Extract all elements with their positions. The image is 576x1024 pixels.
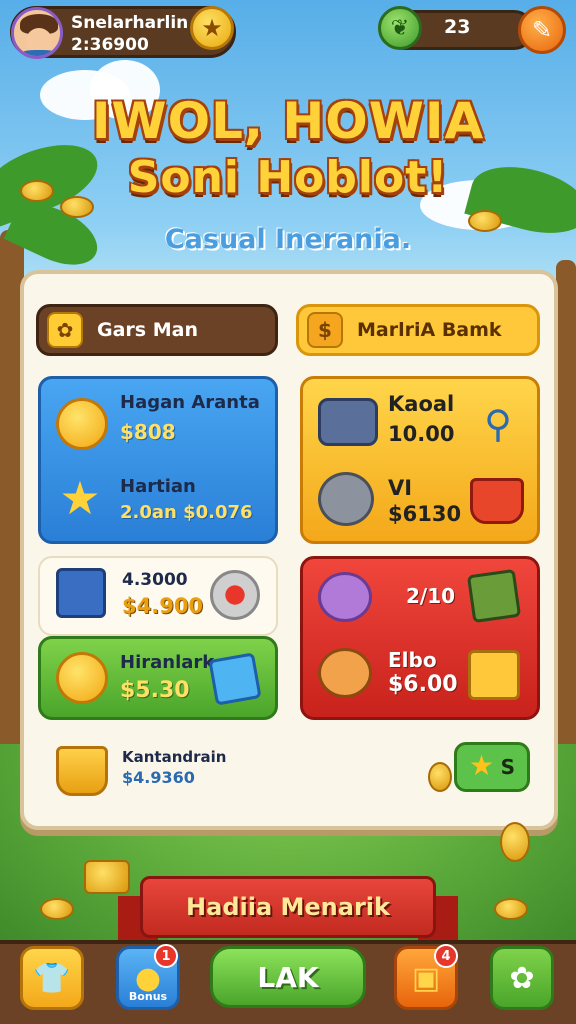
player-score: 2:36900 <box>71 35 149 55</box>
glass-icon <box>208 652 262 706</box>
notification-badge: 4 <box>434 944 458 968</box>
button-icon <box>210 570 260 620</box>
mouse-icon <box>318 572 372 622</box>
magnifier-icon: ⚲ <box>484 402 512 446</box>
coin-icon <box>428 762 452 792</box>
sun-icon <box>56 398 108 450</box>
star-reward-button[interactable]: ★ S <box>454 742 530 792</box>
notification-badge: 1 <box>154 944 178 968</box>
item-price: $808 <box>120 420 176 444</box>
star-icon[interactable]: ★ <box>190 6 234 50</box>
tab-games[interactable]: ✿ Gars Man <box>36 304 278 356</box>
creature-icon <box>318 472 374 526</box>
item-name: Hartian <box>120 476 196 497</box>
bucket-icon <box>470 478 524 524</box>
resource-count: 23 <box>444 16 471 38</box>
fox-icon <box>318 648 372 698</box>
item-name: 2/10 <box>406 584 456 608</box>
item-price: $6.00 <box>388 672 458 697</box>
item-price: 10.00 <box>388 422 455 446</box>
item-price: $4.9360 <box>122 768 195 787</box>
item-price: 2.0an $0.076 <box>120 502 253 523</box>
rewards-banner[interactable]: Hadiia Menarik <box>140 876 436 938</box>
title-line-2: Soni Hoblot! <box>127 152 449 203</box>
shirt-icon[interactable]: 👕 <box>20 946 84 1010</box>
star-icon: ★ <box>469 749 495 782</box>
bank-icon: $ <box>307 312 343 348</box>
sun-icon <box>56 652 108 704</box>
title-line-1: IWOL, HOWIA <box>91 92 485 150</box>
coin-icon <box>60 196 94 218</box>
item-name: Kaoal <box>388 392 455 416</box>
item-price: $4.900 <box>122 594 204 618</box>
tab-bank-label: MarlriA Bamk <box>357 319 502 341</box>
item-name: Elbo <box>388 648 437 672</box>
item-name: 4.3000 <box>122 570 188 590</box>
palm-tree <box>556 260 576 780</box>
puzzle-icon: ✿ <box>47 312 83 348</box>
bucket-icon <box>56 746 108 796</box>
box-icon <box>468 650 520 700</box>
player-name: Snelarharlin <box>71 13 189 33</box>
coin-icon <box>84 860 130 894</box>
bonus-label: Bonus <box>128 990 168 1003</box>
tab-games-label: Gars Man <box>97 319 198 341</box>
coin-icon <box>20 180 54 202</box>
star-icon: ★ <box>59 471 101 525</box>
main-play-button[interactable]: LAK <box>210 946 366 1008</box>
machine-icon <box>56 568 106 618</box>
chat-icon[interactable]: ✿ <box>490 946 554 1010</box>
tablet-icon <box>466 568 522 624</box>
coin-icon <box>494 898 528 920</box>
coin-icon <box>500 822 530 862</box>
coin-icon <box>40 898 74 920</box>
item-name: Hagan Aranta <box>120 392 260 413</box>
coin-icon <box>468 210 502 232</box>
star-reward-label: S <box>500 755 515 779</box>
cannon-icon <box>318 398 378 446</box>
tab-bank[interactable]: $ MarlriA Bamk <box>296 304 540 356</box>
settings-icon[interactable]: ✎ <box>518 6 566 54</box>
item-name: Kantandrain <box>122 748 227 766</box>
item-name: Hiranlark <box>120 652 215 673</box>
item-price: $5.30 <box>120 678 190 703</box>
item-price: $6130 <box>388 502 462 526</box>
rewards-banner-label: Hadiia Menarik <box>186 893 390 921</box>
main-play-label: LAK <box>257 960 319 994</box>
item-name: VI <box>388 476 413 500</box>
avatar[interactable] <box>11 7 63 59</box>
leaf-icon[interactable]: ❦ <box>378 6 422 50</box>
